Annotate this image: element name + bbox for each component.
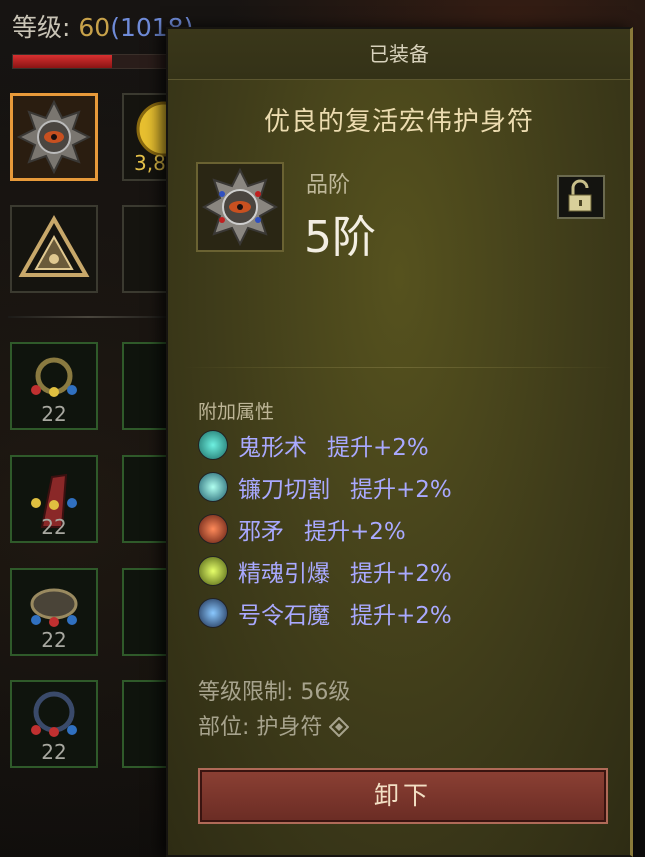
unlock-icon — [568, 179, 592, 212]
amulet-icon — [16, 99, 92, 175]
spear-skill-icon — [198, 514, 228, 544]
attribute-row: 精魂引爆 提升+2% — [198, 553, 452, 589]
inventory-divider — [8, 316, 168, 318]
grade-value: 5阶 — [304, 212, 376, 263]
slot-type-line: 部位: 护身符 — [198, 709, 350, 741]
slot-level: 22 — [41, 515, 67, 539]
experience-fill — [13, 55, 113, 68]
slot-level: 22 — [41, 740, 67, 764]
attribute-bonus: 提升+2% — [350, 561, 452, 587]
ghost-skill-icon — [198, 430, 228, 460]
attribute-skill: 精魂引爆 — [238, 561, 330, 587]
scythe-skill-icon — [198, 472, 228, 502]
gloves-slot[interactable]: 22 — [10, 455, 98, 543]
ring-slot-1[interactable]: 22 — [10, 342, 98, 430]
attribute-bonus: 提升+2% — [350, 603, 452, 629]
attribute-bonus: 提升+2% — [350, 477, 452, 503]
slot-level: 22 — [41, 402, 67, 426]
slot-type-text: 部位: 护身符 — [198, 715, 323, 740]
attribute-skill: 邪矛 — [238, 519, 284, 545]
attribute-skill: 镰刀切割 — [238, 477, 330, 503]
equipped-header: 已装备 — [168, 29, 630, 80]
attribute-row: 邪矛 提升+2% — [198, 511, 406, 547]
diamond-slot-icon — [328, 716, 350, 738]
item-icon-frame — [196, 162, 284, 252]
experience-bar — [12, 54, 174, 69]
grade-label: 品阶 — [306, 173, 351, 198]
amulet-slot-selected[interactable] — [10, 93, 98, 181]
attribute-bonus: 提升+2% — [304, 519, 406, 545]
explode-skill-icon — [198, 556, 228, 586]
amulet-icon — [201, 167, 279, 247]
level-requirement: 等级限制: 56级 — [198, 680, 351, 705]
attribute-skill: 鬼形术 — [238, 435, 307, 461]
attribute-bonus: 提升+2% — [327, 435, 429, 461]
attribute-row: 镰刀切割 提升+2% — [198, 469, 452, 505]
triangle-sigil-icon — [18, 214, 90, 277]
golem-skill-icon — [198, 598, 228, 628]
sigil-slot[interactable] — [10, 205, 98, 293]
attributes-title: 附加属性 — [198, 401, 275, 423]
level-value: 60 — [78, 13, 111, 42]
gold-amount: 3,8 — [134, 151, 166, 175]
item-tooltip-panel: 已装备 优良的复活宏伟护身符 品阶 5阶 附加属性 鬼形术 提升+2% 镰刀切割… — [166, 27, 633, 857]
boots-slot[interactable]: 22 — [10, 568, 98, 656]
attribute-skill: 号令石魔 — [238, 603, 330, 629]
attribute-row: 号令石魔 提升+2% — [198, 595, 452, 631]
unlock-button[interactable] — [557, 175, 605, 219]
level-label: 等级: — [12, 13, 71, 42]
item-name: 优良的复活宏伟护身符 — [263, 107, 534, 137]
slot-level: 22 — [41, 628, 67, 652]
attribute-row: 鬼形术 提升+2% — [198, 427, 429, 463]
unequip-button[interactable]: 卸下 — [198, 768, 608, 824]
ring-slot-2[interactable]: 22 — [10, 680, 98, 768]
section-divider — [184, 367, 614, 368]
